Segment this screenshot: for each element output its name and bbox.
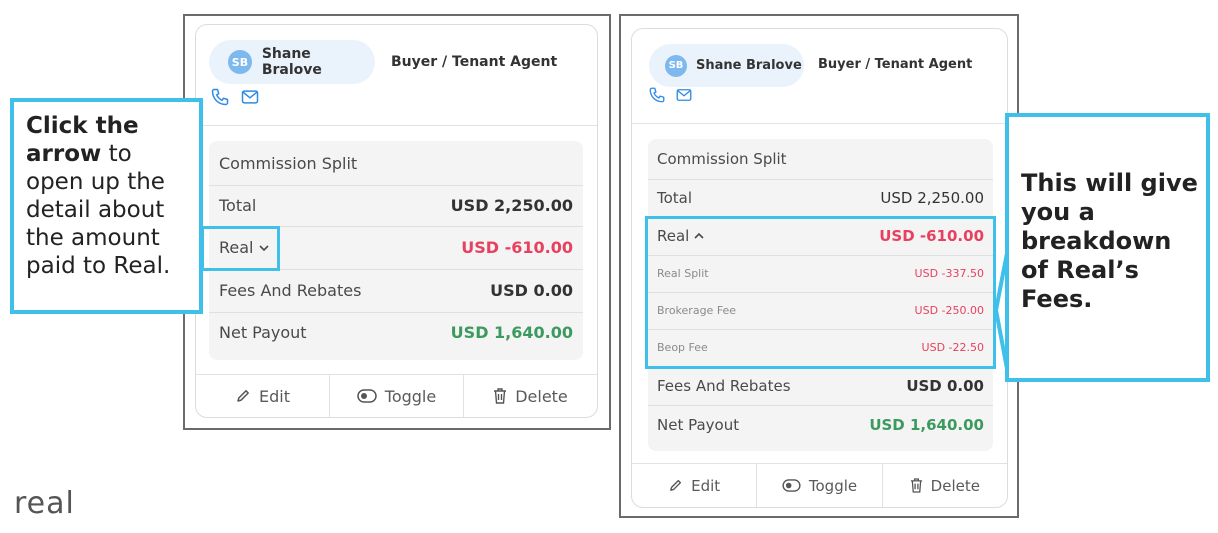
agent-role: Buyer / Tenant Agent	[818, 57, 973, 72]
real-logo: real	[14, 486, 75, 521]
divider	[196, 125, 597, 126]
delete-button[interactable]: Delete	[883, 464, 1007, 507]
toggle-label: Toggle	[808, 476, 858, 495]
net-payout-value: USD 1,640.00	[450, 323, 573, 342]
toggle-label: Toggle	[384, 386, 437, 406]
avatar: SB	[665, 54, 687, 77]
section-title: Commission Split	[219, 153, 358, 173]
left-screenshot-frame: SB Shane Bralove Buyer / Tenant Agent Co…	[183, 14, 611, 430]
contact-icons	[648, 86, 693, 104]
trash-icon	[494, 388, 507, 404]
section-title-row: Commission Split	[657, 139, 984, 179]
edit-button[interactable]: Edit	[632, 464, 756, 507]
toggle-icon	[357, 389, 377, 403]
delete-button[interactable]: Delete	[464, 375, 597, 417]
total-value: USD 2,250.00	[450, 196, 573, 215]
total-value: USD 2,250.00	[880, 189, 984, 207]
fees-row: Fees And Rebates USD 0.00	[219, 269, 573, 312]
fees-label: Fees And Rebates	[657, 376, 791, 395]
toggle-button[interactable]: Toggle	[757, 464, 881, 507]
total-label: Total	[219, 196, 257, 215]
phone-icon[interactable]	[648, 86, 666, 104]
email-icon[interactable]	[675, 86, 693, 104]
net-payout-row: Net Payout USD 1,640.00	[219, 312, 573, 353]
agent-card: SB Shane Bralove Buyer / Tenant Agent Co…	[195, 24, 598, 418]
section-title-row: Commission Split	[219, 141, 573, 185]
edit-button[interactable]: Edit	[196, 375, 329, 417]
total-row: Total USD 2,250.00	[657, 179, 984, 217]
agent-name: Shane Bralove	[696, 58, 802, 73]
agent-role: Buyer / Tenant Agent	[391, 54, 558, 70]
net-payout-label: Net Payout	[657, 415, 740, 434]
total-label: Total	[657, 189, 693, 207]
avatar: SB	[228, 50, 252, 74]
toggle-icon	[782, 479, 801, 492]
pencil-icon	[237, 390, 249, 402]
email-icon[interactable]	[240, 87, 260, 107]
card-footer: Edit Toggle Delete	[196, 375, 597, 417]
real-value: USD -610.00	[461, 238, 573, 257]
net-payout-value: USD 1,640.00	[869, 415, 984, 434]
total-row: Total USD 2,250.00	[219, 185, 573, 226]
agent-name: Shane Bralove	[261, 46, 322, 78]
callout-left: Click the arrow to open up the detail ab…	[10, 98, 203, 314]
fees-value: USD 0.00	[490, 281, 573, 300]
delete-label: Delete	[515, 386, 568, 406]
net-payout-label: Net Payout	[219, 323, 307, 342]
pencil-icon	[670, 479, 682, 491]
phone-icon[interactable]	[210, 87, 230, 107]
section-title: Commission Split	[657, 150, 787, 168]
fees-value: USD 0.00	[906, 376, 984, 395]
fees-label: Fees And Rebates	[219, 281, 362, 300]
trash-icon	[910, 478, 922, 493]
toggle-button[interactable]: Toggle	[330, 375, 463, 417]
breakdown-highlight	[645, 216, 996, 369]
net-payout-row: Net Payout USD 1,640.00	[657, 405, 984, 444]
agent-pill[interactable]: SB Shane Bralove	[649, 44, 804, 87]
callout-right: This will give you a breakdown of Real’s…	[1005, 113, 1210, 382]
agent-pill[interactable]: SB Shane Bralove	[209, 40, 375, 84]
edit-label: Edit	[259, 386, 290, 406]
real-arrow-highlight	[201, 226, 280, 271]
divider	[632, 123, 1007, 124]
card-footer: Edit Toggle Delete	[632, 464, 1007, 507]
contact-icons	[210, 87, 260, 107]
delete-label: Delete	[930, 476, 980, 495]
edit-label: Edit	[691, 476, 721, 495]
fees-row: Fees And Rebates USD 0.00	[657, 366, 984, 405]
